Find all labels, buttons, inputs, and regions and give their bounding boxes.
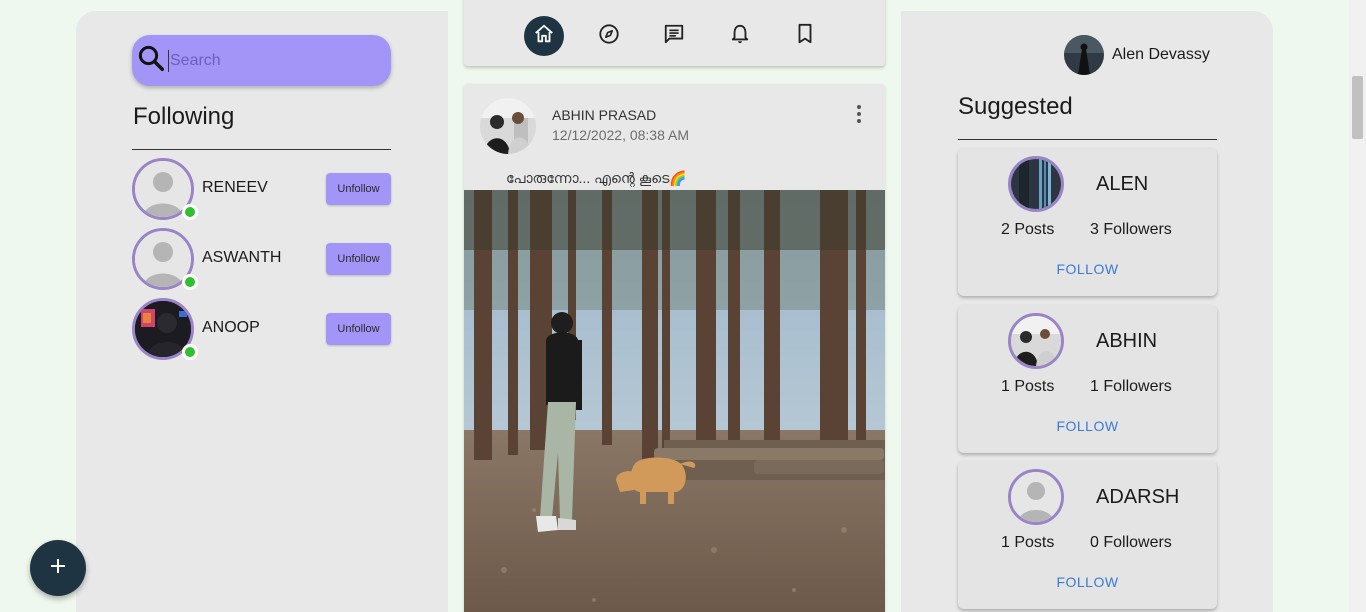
posts-count: 1 Posts [1001,534,1055,551]
suggested-user-card: ADARSH 1 Posts 0 Followers FOLLOW [958,461,1217,609]
follow-button[interactable]: FOLLOW [958,261,1217,277]
post-card: ABHIN PRASAD 12/12/2022, 08:38 AM പോരുന്… [464,84,885,612]
suggested-user-name: ADARSH [1096,486,1180,508]
divider [132,149,391,150]
post-timestamp: 12/12/2022, 08:38 AM [552,127,689,143]
avatar[interactable] [132,228,198,290]
unfollow-button[interactable]: Unfollow [326,243,391,275]
avatar[interactable] [132,298,198,360]
avatar[interactable] [132,158,198,220]
nav-notifications[interactable] [720,16,760,56]
messages-icon [663,23,685,50]
online-indicator [182,344,198,360]
avatar[interactable] [1008,156,1064,212]
top-nav [464,0,885,66]
nav-bookmarks[interactable] [785,16,825,56]
unfollow-button[interactable]: Unfollow [326,313,391,345]
follow-button[interactable]: FOLLOW [958,418,1217,434]
more-vertical-icon [855,105,863,128]
following-panel: Following RENEEV Unfollow ASWANTH Unfoll… [76,11,448,612]
suggested-user-card: ALEN 2 Posts 3 Followers FOLLOW [958,148,1217,296]
suggested-panel: Alen Devassy Suggested ALEN 2 Posts 3 Fo… [901,11,1273,612]
avatar[interactable] [1008,313,1064,369]
followers-count: 3 Followers [1090,221,1172,238]
current-user-name: Alen Devassy [1112,46,1210,63]
current-user-chip[interactable]: Alen Devassy [1064,35,1210,75]
following-name: ASWANTH [202,249,282,266]
nav-messages[interactable] [654,16,694,56]
nav-home[interactable] [524,16,564,56]
notifications-icon [730,23,750,50]
posts-count: 2 Posts [1001,221,1055,238]
avatar[interactable] [1008,469,1064,525]
post-author-name[interactable]: ABHIN PRASAD [552,107,656,123]
scrollbar-thumb[interactable] [1352,76,1363,139]
nav-explore[interactable] [589,16,629,56]
following-name: ANOOP [202,319,260,336]
unfollow-button[interactable]: Unfollow [326,173,391,205]
bookmark-icon [796,23,814,50]
explore-icon [598,23,620,50]
post-image[interactable] [464,190,885,612]
following-title: Following [133,103,235,130]
followers-count: 1 Followers [1090,378,1172,395]
post-caption: പോരുന്നോ... എന്റെ കൂടെ🌈 [506,170,687,186]
avatar [1064,35,1104,75]
posts-count: 1 Posts [1001,378,1055,395]
divider [958,139,1217,140]
online-indicator [182,204,198,220]
search-icon [136,43,166,78]
following-name: RENEEV [202,179,268,196]
home-icon [533,23,555,50]
following-item: ANOOP Unfollow [132,298,391,360]
online-indicator [182,274,198,290]
search-input[interactable] [168,49,368,72]
follow-button[interactable]: FOLLOW [958,574,1217,590]
following-item: RENEEV Unfollow [132,158,391,220]
following-item: ASWANTH Unfollow [132,228,391,290]
suggested-user-card: ABHIN 1 Posts 1 Followers FOLLOW [958,305,1217,453]
create-post-button[interactable] [30,540,86,596]
suggested-user-name: ABHIN [1096,330,1158,352]
suggested-user-name: ALEN [1096,173,1149,195]
page-scrollbar[interactable] [1349,0,1366,612]
suggested-title: Suggested [958,93,1073,120]
more-options-button[interactable] [855,104,863,124]
followers-count: 0 Followers [1090,534,1172,551]
post-author-avatar[interactable] [480,98,536,154]
search-bar[interactable] [132,35,391,86]
plus-icon [49,557,67,580]
